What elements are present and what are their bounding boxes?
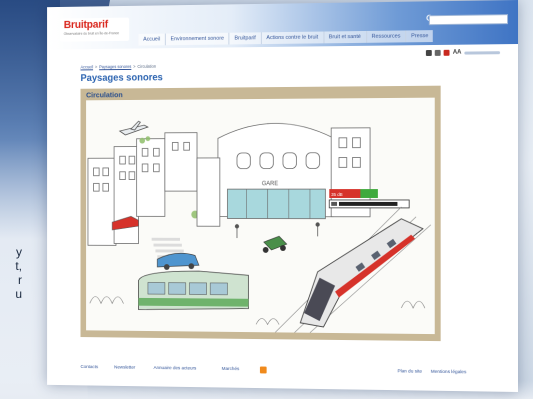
text-size-slider[interactable] — [464, 50, 501, 55]
green-bus[interactable] — [138, 271, 248, 311]
footer-link-mentions-legales[interactable]: Mentions légales — [431, 370, 467, 375]
breadcrumb-home[interactable]: Accueil — [81, 64, 94, 69]
meter-knob[interactable] — [331, 201, 338, 206]
background-text-fragment: y t, r u — [0, 245, 22, 301]
nav-item-bruitparif[interactable]: Bruitparif — [228, 32, 261, 45]
nav-item-accueil[interactable]: Accueil — [138, 33, 165, 46]
text-fragment: t, — [15, 259, 22, 273]
pdf-icon[interactable] — [443, 49, 450, 56]
footer-link-newsletter[interactable]: Newsletter — [114, 366, 135, 371]
page-tools: AA — [426, 48, 501, 57]
logo-tagline: Observatoire du bruit en Île-de-France — [63, 31, 120, 36]
print-icon[interactable] — [426, 49, 433, 57]
nav-item-ressources[interactable]: Ressources — [365, 30, 406, 43]
rss-icon[interactable] — [259, 366, 267, 374]
nav-item-bruit-sante[interactable]: Bruit et santé — [323, 30, 366, 44]
meter-label: 35 dB — [331, 192, 342, 197]
footer-link-marches[interactable]: Marchés — [222, 367, 240, 372]
logo-wordmark: Bruitparif — [63, 18, 109, 32]
nav-item-actions[interactable]: Actions contre le bruit — [260, 31, 324, 45]
scene-label: Circulation — [86, 90, 123, 100]
breadcrumb-current: Circulation — [137, 63, 157, 69]
soundscape-illustration[interactable]: GARE 35 dB — [86, 97, 435, 335]
scene-frame: Circulation GARE 35 dB — [80, 85, 441, 342]
footer-link-contacts[interactable]: Contacts — [81, 365, 99, 370]
station-sign: GARE — [262, 181, 278, 187]
footer-link-annuaire[interactable]: Annuaire des acteurs — [154, 366, 197, 371]
breadcrumb: Accueil > Paysages sonores > Circulation — [80, 63, 157, 70]
footer-link-plan-du-site[interactable]: Plan du site — [397, 369, 422, 374]
text-fragment: y — [16, 245, 22, 259]
text-fragment: r — [18, 273, 22, 287]
site-logo[interactable]: Bruitparif Observatoire du bruit en Île-… — [60, 17, 130, 42]
breadcrumb-paysages[interactable]: Paysages sonores — [99, 64, 131, 69]
nav-item-environnement-sonore[interactable]: Environnement sonore — [164, 32, 229, 46]
page-title: Paysages sonores — [80, 72, 163, 84]
street-scene-drawing: GARE 35 dB — [86, 97, 435, 335]
text-size-icon[interactable]: AA — [453, 49, 462, 57]
search-input[interactable] — [428, 14, 509, 26]
text-fragment: u — [15, 287, 22, 301]
footer: Contacts Newsletter Annuaire des acteurs… — [81, 365, 485, 380]
mail-icon[interactable] — [435, 49, 441, 56]
nav-item-presse[interactable]: Presse — [405, 30, 434, 43]
web-page: Bruitparif Observatoire du bruit en Île-… — [47, 0, 518, 392]
